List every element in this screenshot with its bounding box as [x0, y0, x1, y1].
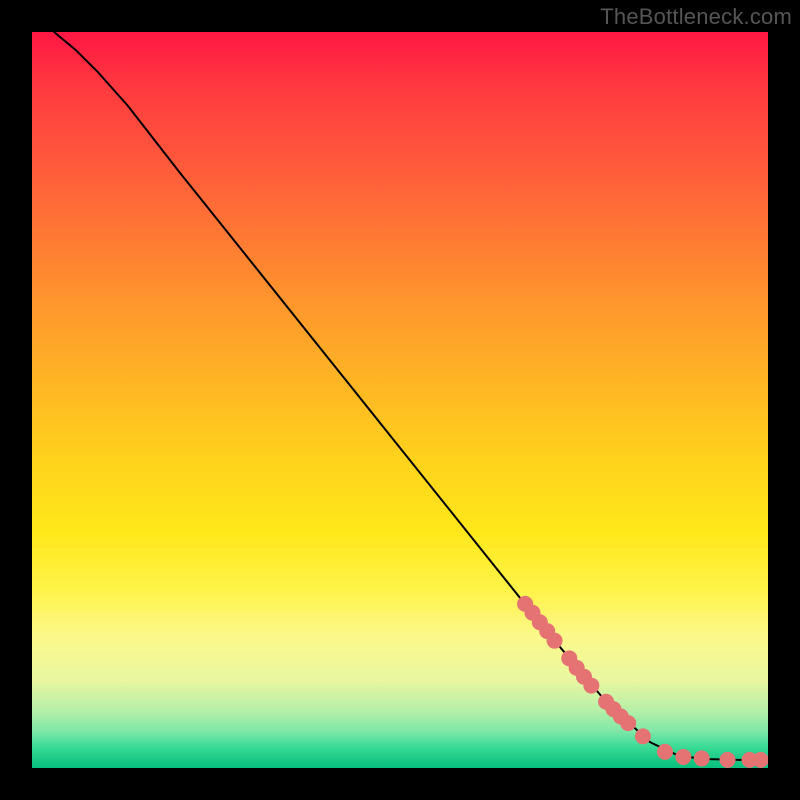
data-marker: [635, 728, 651, 744]
chart-frame: TheBottleneck.com: [0, 0, 800, 800]
data-marker: [657, 744, 673, 760]
data-marker: [583, 678, 599, 694]
curve-line: [54, 32, 761, 760]
data-marker: [694, 750, 710, 766]
data-marker: [547, 633, 563, 649]
watermark-text: TheBottleneck.com: [600, 4, 792, 30]
data-marker: [753, 752, 768, 768]
data-marker: [720, 752, 736, 768]
data-marker: [675, 749, 691, 765]
data-marker: [620, 715, 636, 731]
plot-area: [32, 32, 768, 768]
chart-svg: [32, 32, 768, 768]
